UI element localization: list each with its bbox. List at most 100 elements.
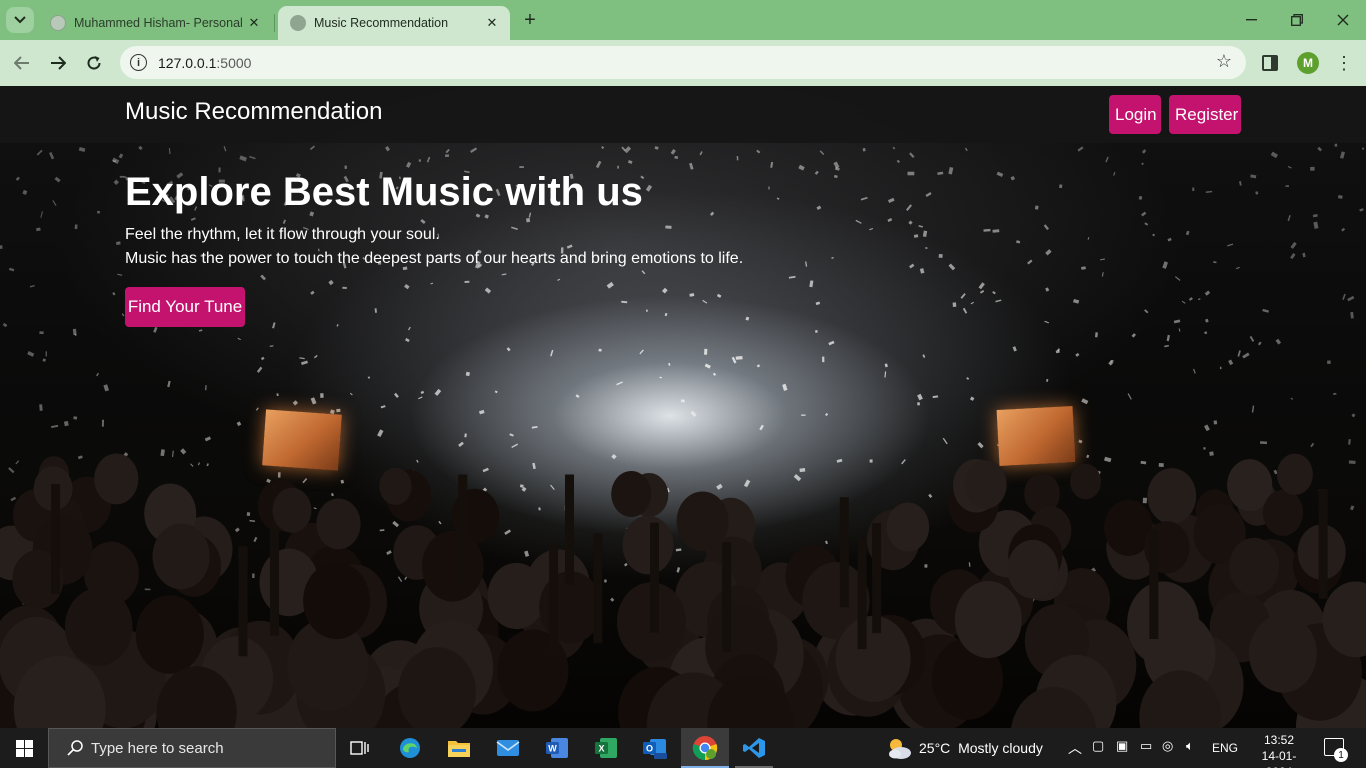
confetti-piece xyxy=(239,155,247,162)
confetti-piece xyxy=(922,230,928,238)
confetti-piece xyxy=(1275,338,1282,345)
info-icon[interactable]: i xyxy=(130,54,147,71)
confetti-piece xyxy=(1251,405,1255,413)
site-brand[interactable]: Music Recommendation xyxy=(125,98,382,126)
file-explorer-icon[interactable] xyxy=(443,732,475,764)
close-window-button[interactable] xyxy=(1320,6,1366,34)
confetti-piece xyxy=(860,196,868,201)
battery-saver-icon[interactable]: ▣ xyxy=(1116,738,1128,754)
confetti-piece xyxy=(825,412,829,417)
confetti-piece xyxy=(704,348,708,355)
confetti-piece xyxy=(256,366,263,373)
confetti-piece xyxy=(689,162,694,170)
confetti-piece xyxy=(938,254,943,258)
confetti-piece xyxy=(699,151,703,156)
minimize-button[interactable] xyxy=(1228,6,1274,34)
language-indicator[interactable]: ENG xyxy=(1212,741,1238,755)
confetti-piece xyxy=(960,293,966,299)
back-button[interactable] xyxy=(8,49,36,77)
confetti-piece xyxy=(1228,359,1234,366)
confetti-piece xyxy=(168,147,171,155)
confetti-piece xyxy=(1334,143,1338,147)
register-button[interactable]: Register xyxy=(1169,95,1241,134)
confetti-piece xyxy=(385,146,391,152)
network-icon[interactable]: ◎ xyxy=(1162,738,1173,754)
start-button[interactable] xyxy=(0,728,48,768)
outlook-icon[interactable]: O xyxy=(639,732,671,764)
confetti-piece xyxy=(1290,241,1297,249)
confetti-piece xyxy=(501,273,507,276)
confetti-piece xyxy=(1285,185,1289,187)
task-view-icon[interactable] xyxy=(344,732,376,764)
weather-condition: Mostly cloudy xyxy=(958,740,1043,756)
confetti-piece xyxy=(925,247,928,249)
clock[interactable]: 13:52 14-01-2024 xyxy=(1249,732,1309,768)
confetti-piece xyxy=(336,408,341,413)
confetti-piece xyxy=(249,155,256,160)
confetti-piece xyxy=(664,312,668,317)
raised-arm xyxy=(270,525,279,636)
edge-icon[interactable] xyxy=(394,732,426,764)
plus-icon: + xyxy=(524,8,536,31)
confetti-piece xyxy=(1141,149,1147,154)
confetti-piece xyxy=(1237,350,1241,357)
three-dots-icon[interactable]: ⋮ xyxy=(1334,52,1354,74)
side-panel-icon[interactable] xyxy=(1262,55,1278,71)
profile-avatar[interactable]: M xyxy=(1297,52,1319,74)
confetti-piece xyxy=(1351,413,1356,418)
confetti-piece xyxy=(970,301,974,305)
forward-button[interactable] xyxy=(44,49,72,77)
confetti-piece xyxy=(198,329,203,332)
crowd-head xyxy=(379,467,412,505)
chrome-icon[interactable] xyxy=(689,732,721,764)
address-bar[interactable]: i 127.0.0.1:5000 ☆ xyxy=(120,46,1246,79)
chevron-up-icon[interactable]: ︿ xyxy=(1068,738,1082,758)
confetti-piece xyxy=(1046,378,1049,382)
meet-now-icon[interactable]: ▢ xyxy=(1092,738,1104,754)
close-icon[interactable]: ✕ xyxy=(482,13,502,33)
confetti-piece xyxy=(1337,194,1343,199)
restore-icon xyxy=(1291,14,1303,26)
tab-search-button[interactable] xyxy=(6,7,34,33)
confetti-piece xyxy=(1339,151,1345,159)
minimize-icon xyxy=(1245,19,1257,21)
confetti-piece xyxy=(819,150,825,155)
vscode-icon[interactable] xyxy=(738,732,770,764)
find-your-tune-button[interactable]: Find Your Tune xyxy=(125,287,245,327)
excel-icon[interactable]: X xyxy=(590,732,622,764)
weather-widget[interactable]: 25°C Mostly cloudy xyxy=(919,740,1043,756)
login-button[interactable]: Login xyxy=(1109,95,1161,134)
svg-text:X: X xyxy=(598,744,604,754)
confetti-piece xyxy=(1193,368,1196,374)
search-placeholder: Type here to search xyxy=(91,739,224,757)
close-icon[interactable]: ✕ xyxy=(244,13,264,33)
star-icon[interactable]: ☆ xyxy=(1216,51,1232,72)
battery-icon[interactable]: ▭ xyxy=(1140,738,1152,754)
confetti-piece xyxy=(260,356,265,361)
tab-personal[interactable]: Muhammed Hisham- Personal ✕ xyxy=(38,6,272,40)
confetti-piece xyxy=(153,326,158,333)
mail-icon[interactable] xyxy=(492,732,524,764)
weather-temp: 25°C xyxy=(919,740,951,756)
confetti-piece xyxy=(966,377,970,380)
restore-button[interactable] xyxy=(1274,6,1320,34)
confetti-piece xyxy=(52,200,57,206)
confetti-piece xyxy=(1152,233,1155,237)
confetti-piece xyxy=(1138,196,1143,200)
confetti-piece xyxy=(1204,331,1208,335)
taskbar-search[interactable]: Type here to search xyxy=(48,728,336,768)
confetti-piece xyxy=(118,153,124,159)
tab-music-recommendation[interactable]: Music Recommendation ✕ xyxy=(278,6,510,40)
confetti-piece xyxy=(919,268,925,274)
speaker-icon[interactable]: 🔈︎ xyxy=(1186,738,1194,754)
reload-button[interactable] xyxy=(80,49,108,77)
clock-date: 14-01-2024 xyxy=(1261,749,1297,768)
confetti-piece xyxy=(328,279,334,286)
new-tab-button[interactable]: + xyxy=(518,9,542,31)
confetti-piece xyxy=(484,287,492,294)
word-icon[interactable]: W xyxy=(541,732,573,764)
crowd-head xyxy=(94,453,139,505)
confetti-piece xyxy=(478,409,485,415)
confetti-piece xyxy=(756,149,761,154)
confetti-piece xyxy=(116,241,121,245)
